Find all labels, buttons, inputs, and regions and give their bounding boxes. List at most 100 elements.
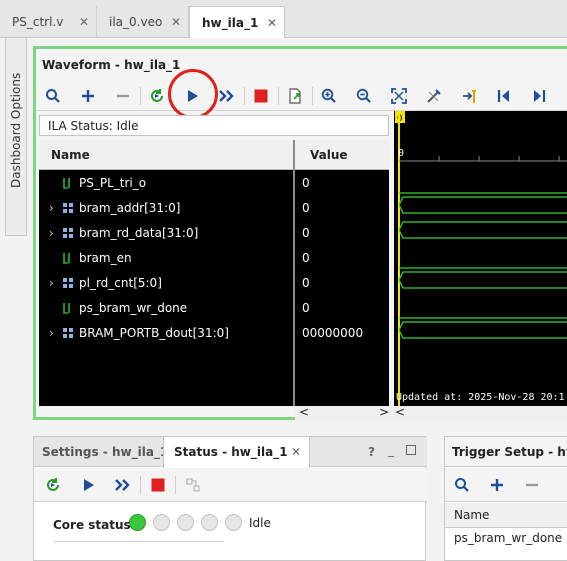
remove-icon[interactable] bbox=[521, 474, 543, 496]
signal-name: bram_rd_data[31:0] bbox=[79, 225, 199, 240]
bus-icon bbox=[63, 227, 73, 238]
ila-status: ILA Status: Idle bbox=[39, 115, 389, 136]
stop-trigger-button[interactable] bbox=[147, 474, 169, 496]
waveform-canvas[interactable]: 0 0 Updated at: 2025-Nov-28 20:1 bbox=[394, 111, 567, 406]
signal-row[interactable]: › BRAM_PORTB_dout[31:0] bbox=[39, 320, 229, 345]
add-marker-icon[interactable] bbox=[458, 85, 480, 107]
signal-row[interactable]: ps_bram_wr_done bbox=[39, 295, 187, 320]
cursor-tool-icon[interactable] bbox=[423, 85, 445, 107]
add-icon[interactable] bbox=[77, 85, 99, 107]
scroll-right-arrow[interactable]: > bbox=[379, 405, 389, 419]
zoom-out-icon[interactable] bbox=[353, 85, 375, 107]
core-status-label: Core status bbox=[53, 518, 131, 532]
status-lamp bbox=[201, 514, 218, 531]
zoom-in-icon[interactable] bbox=[318, 85, 340, 107]
capture-mode-icon[interactable] bbox=[182, 474, 204, 496]
waveform-panel: Waveform - hw_ila_1 ILA Status: Idle Nam… bbox=[33, 46, 567, 420]
signal-name: bram_addr[31:0] bbox=[79, 200, 181, 215]
stop-trigger-button[interactable] bbox=[250, 85, 272, 107]
signal-row[interactable]: › bram_addr[31:0] bbox=[39, 195, 180, 220]
panel-tab-bar: Settings - hw_ila_1 Status - hw_ila_1 ✕ … bbox=[34, 437, 427, 468]
tab-settings[interactable]: Settings - hw_ila_1 bbox=[42, 445, 168, 459]
tab-label: Status - hw_ila_1 bbox=[174, 445, 288, 459]
run-immediate-button[interactable] bbox=[216, 85, 238, 107]
go-to-start-icon[interactable] bbox=[493, 85, 515, 107]
signal-value: 0 bbox=[302, 250, 310, 265]
maximize-icon[interactable] bbox=[406, 445, 416, 455]
auto-retrigger-icon[interactable] bbox=[146, 85, 168, 107]
expand-icon[interactable]: › bbox=[39, 326, 61, 340]
bus-icon bbox=[63, 202, 73, 213]
trigger-toolbar bbox=[445, 468, 567, 502]
signal-row[interactable]: › pl_rd_cnt[5:0] bbox=[39, 270, 162, 295]
add-icon[interactable] bbox=[486, 474, 508, 496]
settings-status-panel: Settings - hw_ila_1 Status - hw_ila_1 ✕ … bbox=[33, 436, 427, 561]
trigger-row[interactable]: ps_bram_wr_done bbox=[445, 528, 567, 550]
go-to-end-icon[interactable] bbox=[528, 85, 550, 107]
status-lamp bbox=[153, 514, 170, 531]
editor-tab-bar: PS_ctrl.v ✕ ila_0.veo ✕ hw_ila_1 ✕ bbox=[0, 0, 567, 38]
bus-icon bbox=[63, 277, 73, 288]
panel-header: Trigger Setup - hw_il bbox=[445, 437, 567, 467]
trigger-signal-name: ps_bram_wr_done bbox=[454, 531, 563, 545]
waveform-toolbar bbox=[36, 81, 567, 111]
signal-value: 0 bbox=[302, 275, 310, 290]
tab-label: hw_ila_1 bbox=[202, 15, 259, 30]
panel-title: Trigger Setup - hw_il bbox=[452, 445, 567, 459]
scroll-left-arrow[interactable]: < bbox=[395, 405, 405, 419]
annotation-circle bbox=[168, 69, 218, 119]
signal-icon bbox=[63, 177, 70, 189]
signal-icon bbox=[63, 302, 70, 314]
tab-status[interactable]: Status - hw_ila_1 ✕ bbox=[163, 437, 310, 468]
close-icon[interactable]: ✕ bbox=[171, 15, 181, 29]
expand-icon[interactable]: › bbox=[39, 276, 61, 290]
scroll-left-arrow[interactable]: < bbox=[299, 405, 309, 419]
tab-hw-ila-1[interactable]: hw_ila_1 ✕ bbox=[189, 6, 285, 38]
name-column-header[interactable]: Name bbox=[454, 508, 489, 522]
signal-value: 0 bbox=[302, 225, 310, 240]
signal-row[interactable]: › bram_rd_data[31:0] bbox=[39, 220, 198, 245]
value-column-header[interactable]: Value bbox=[310, 148, 348, 162]
signal-table-header: Name Value bbox=[39, 140, 389, 170]
signal-value: 0 bbox=[302, 200, 310, 215]
signal-value-list: 0 0 0 0 0 0 00000000 bbox=[295, 170, 389, 406]
close-icon[interactable]: ✕ bbox=[291, 445, 301, 459]
close-icon[interactable]: ✕ bbox=[267, 16, 277, 30]
signal-value: 0 bbox=[302, 300, 310, 315]
updated-timestamp: Updated at: 2025-Nov-28 20:1 bbox=[396, 392, 565, 403]
close-icon[interactable]: ✕ bbox=[79, 15, 89, 29]
signal-name: BRAM_PORTB_dout[31:0] bbox=[79, 325, 229, 340]
tab-ila-0[interactable]: ila_0.veo ✕ bbox=[97, 6, 189, 37]
waveform-traces bbox=[398, 192, 567, 339]
export-icon[interactable] bbox=[284, 85, 306, 107]
time-axis-label: 0 bbox=[398, 148, 404, 159]
bus-icon bbox=[63, 327, 73, 338]
expand-icon[interactable]: › bbox=[39, 201, 61, 215]
help-icon[interactable]: ? bbox=[368, 445, 375, 459]
search-icon[interactable] bbox=[451, 474, 473, 496]
horizontal-scrollbar[interactable]: < > < bbox=[295, 405, 567, 420]
tab-ps-ctrl[interactable]: PS_ctrl.v ✕ bbox=[0, 6, 97, 37]
tab-label: PS_ctrl.v bbox=[12, 14, 64, 29]
signal-name: pl_rd_cnt[5:0] bbox=[79, 275, 162, 290]
minimize-icon[interactable]: _ bbox=[388, 443, 394, 457]
status-lamp-active bbox=[129, 514, 146, 531]
run-trigger-button[interactable] bbox=[77, 474, 99, 496]
dashboard-options-strip[interactable]: Dashboard Options bbox=[5, 38, 27, 236]
search-icon[interactable] bbox=[42, 85, 64, 107]
core-status-value: Idle bbox=[249, 516, 271, 530]
expand-icon[interactable]: › bbox=[39, 226, 61, 240]
auto-retrigger-icon[interactable] bbox=[42, 474, 64, 496]
run-immediate-button[interactable] bbox=[112, 474, 134, 496]
signal-row[interactable]: PS_PL_tri_o bbox=[39, 170, 146, 195]
signal-name: PS_PL_tri_o bbox=[79, 175, 147, 190]
zoom-fit-icon[interactable] bbox=[388, 85, 410, 107]
dashboard-options-label: Dashboard Options bbox=[9, 72, 23, 188]
signal-row[interactable]: bram_en bbox=[39, 245, 132, 270]
signal-name: ps_bram_wr_done bbox=[79, 300, 188, 315]
status-toolbar bbox=[34, 468, 427, 502]
trigger-table-header: Name bbox=[445, 503, 567, 528]
name-column-header[interactable]: Name bbox=[51, 148, 90, 162]
tab-label: ila_0.veo bbox=[109, 14, 163, 29]
remove-icon[interactable] bbox=[112, 85, 134, 107]
